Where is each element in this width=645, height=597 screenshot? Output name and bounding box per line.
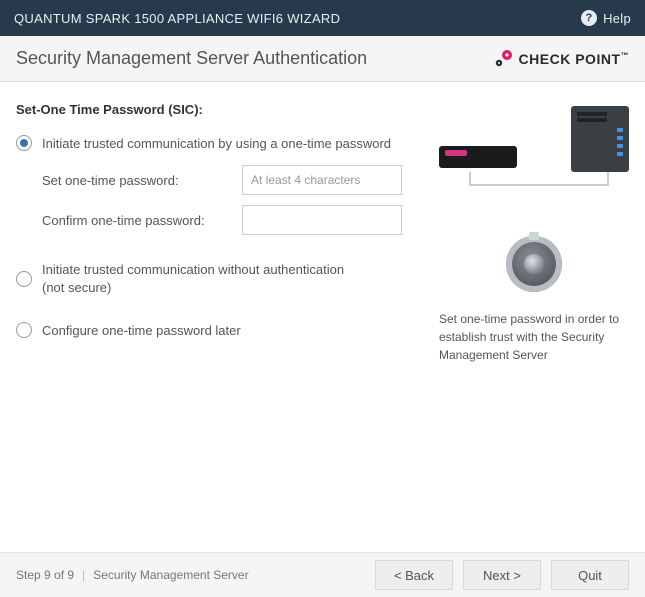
- radio-icon: [16, 271, 32, 287]
- radio-option-2[interactable]: Initiate trusted communication without a…: [16, 261, 429, 296]
- appliance-icon: [439, 146, 517, 168]
- window-title: QUANTUM SPARK 1500 APPLIANCE WIFI6 WIZAR…: [14, 11, 340, 26]
- radio-icon: [16, 322, 32, 338]
- checkpoint-logo-icon: [493, 49, 513, 69]
- radio-option-3[interactable]: Configure one-time password later: [16, 322, 429, 338]
- confirm-password-label: Confirm one-time password:: [42, 213, 242, 228]
- footer-page-name: Security Management Server: [93, 568, 248, 582]
- wizard-footer: Step 9 of 9 | Security Management Server…: [0, 552, 645, 597]
- brand-text: CHECK POINT™: [519, 51, 629, 67]
- connection-bracket-icon: [469, 172, 609, 186]
- help-label: Help: [603, 11, 631, 26]
- help-link[interactable]: ? Help: [581, 10, 631, 26]
- radio-label: Initiate trusted communication by using …: [42, 136, 391, 151]
- set-password-label: Set one-time password:: [42, 173, 242, 188]
- help-icon: ?: [581, 10, 597, 26]
- set-password-input[interactable]: [242, 165, 402, 195]
- vault-lock-icon: [506, 236, 562, 292]
- content-area: Set-One Time Password (SIC): Initiate tr…: [0, 82, 645, 552]
- back-button[interactable]: < Back: [375, 560, 453, 590]
- titlebar: QUANTUM SPARK 1500 APPLIANCE WIFI6 WIZAR…: [0, 0, 645, 36]
- next-button[interactable]: Next >: [463, 560, 541, 590]
- confirm-password-row: Confirm one-time password:: [42, 205, 429, 235]
- radio-option-1[interactable]: Initiate trusted communication by using …: [16, 135, 429, 151]
- radio-label: Initiate trusted communication without a…: [42, 261, 362, 296]
- step-indicator: Step 9 of 9: [16, 568, 74, 582]
- info-panel: Set one-time password in order to establ…: [429, 102, 629, 542]
- server-icon: [571, 106, 629, 172]
- quit-button[interactable]: Quit: [551, 560, 629, 590]
- confirm-password-input[interactable]: [242, 205, 402, 235]
- page-title: Security Management Server Authenticatio…: [16, 48, 367, 69]
- info-text: Set one-time password in order to establ…: [439, 310, 629, 364]
- section-title: Set-One Time Password (SIC):: [16, 102, 429, 117]
- option-without-auth: Initiate trusted communication without a…: [16, 261, 429, 296]
- footer-separator: |: [82, 568, 85, 582]
- topology-illustration: [439, 106, 629, 226]
- option-configure-later: Configure one-time password later: [16, 322, 429, 338]
- option-initiate-with-password: Initiate trusted communication by using …: [16, 135, 429, 235]
- brand-logo: CHECK POINT™: [493, 49, 629, 69]
- subheader: Security Management Server Authenticatio…: [0, 36, 645, 82]
- radio-label: Configure one-time password later: [42, 323, 241, 338]
- form-panel: Set-One Time Password (SIC): Initiate tr…: [16, 102, 429, 542]
- set-password-row: Set one-time password:: [42, 165, 429, 195]
- radio-icon: [16, 135, 32, 151]
